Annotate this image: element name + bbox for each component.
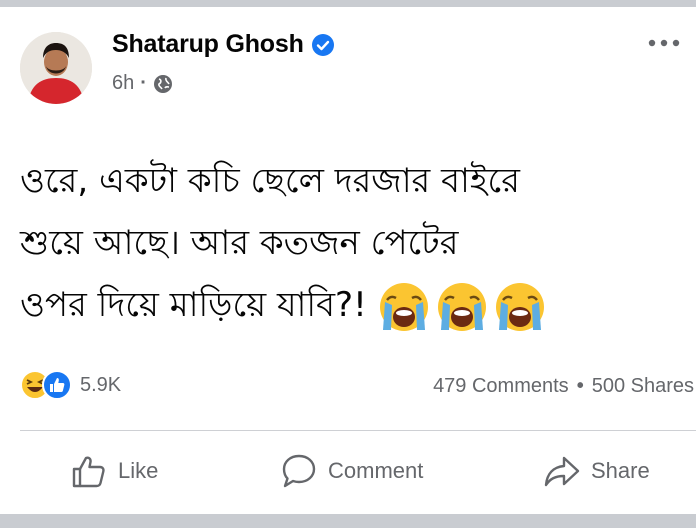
comment-button[interactable]: Comment [280,452,423,490]
meta-separator: · [140,72,147,94]
post-timestamp[interactable]: 6h [112,72,134,95]
verified-badge-icon [311,33,334,56]
shares-count[interactable]: 500 Shares [592,375,694,398]
reaction-summary[interactable]: 5.9K [20,370,121,400]
more-options-icon[interactable] [647,36,681,50]
crying-face-icon [379,282,428,331]
stats-separator: • [576,375,584,397]
comments-count[interactable]: 479 Comments [433,375,569,398]
post-text-line: ওরে, একটা কচি ছেলে দরজার বাইরে [20,161,520,201]
crying-face-icon [495,282,544,331]
share-arrow-icon [544,456,580,487]
post-text: ওরে, একটা কচি ছেলে দরজার বাইরে শুয়ে আছে… [20,150,690,336]
share-button-label: Share [591,458,650,483]
comment-icon [282,454,316,488]
profile-photo [20,32,92,104]
post-text-line: শুয়ে আছে। আর কতজন পেটের [20,223,459,263]
top-separator-band [0,0,696,7]
post-meta: 6h · [112,72,173,95]
avatar[interactable] [20,32,92,104]
like-icon [42,370,72,400]
divider [20,430,696,431]
globe-icon [153,74,172,93]
engagement-stats: 479 Comments • 500 Shares [433,375,694,398]
comment-button-label: Comment [328,458,424,483]
post-text-line-with-emoji: ওপর দিয়ে মাড়িয়ে যাবি?! [20,274,690,336]
reaction-count: 5.9K [80,373,122,396]
bottom-separator-band [0,514,696,528]
post-text-line: ওপর দিয়ে মাড়িয়ে যাবি?! [20,285,367,325]
like-button[interactable]: Like [70,452,158,490]
author-name[interactable]: Shatarup Ghosh [112,30,304,59]
like-button-label: Like [118,458,159,483]
share-button[interactable]: Share [543,452,650,490]
crying-face-icon [437,282,486,331]
emoji-group [377,280,551,334]
author-row: Shatarup Ghosh [112,30,334,59]
thumbs-up-icon [72,456,105,488]
